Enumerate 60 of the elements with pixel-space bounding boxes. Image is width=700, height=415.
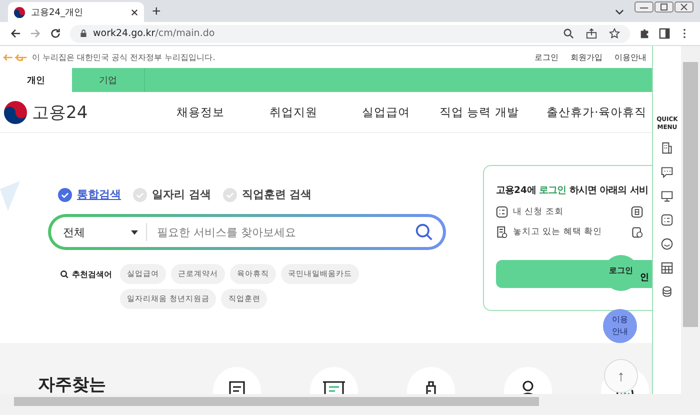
receipt-icon (496, 226, 508, 238)
nav-item[interactable]: 실업급여 (340, 104, 433, 120)
service-item[interactable]: 놓치고 있는 혜택 확인 (513, 226, 602, 238)
section-title: 자주찾는 (38, 374, 107, 394)
site-logo-text[interactable]: 고용24 (32, 100, 88, 124)
coins-icon[interactable] (661, 286, 674, 298)
search-icon[interactable] (415, 223, 433, 241)
guide-floating-menu[interactable]: 이용 안내 (603, 309, 637, 343)
grid-icon[interactable] (661, 262, 674, 274)
paper-plane-drawing (0, 181, 20, 211)
search-type-option[interactable]: 일자리 검색 (152, 187, 211, 202)
tab-title: 고용24_개인 (31, 6, 84, 18)
vertical-scrollbar[interactable] (681, 46, 700, 394)
login-card-title: 고용24에 로그인 하시면 아래의 서비 (496, 184, 649, 197)
document-icon (631, 206, 643, 218)
clipboard-clock-icon (631, 226, 643, 238)
monitor-icon[interactable] (661, 190, 674, 202)
taegeuk-icon (4, 100, 27, 124)
address-field[interactable]: work24.go.kr/cm/main.do (70, 24, 630, 42)
nav-item[interactable]: 직업 능력 개발 (432, 104, 526, 120)
chevron-down-icon[interactable] (615, 9, 624, 15)
top-link[interactable]: 회원가입 (570, 52, 602, 62)
taegeuk-icon (14, 6, 25, 18)
lock-icon (80, 29, 87, 38)
reload-icon[interactable] (50, 28, 61, 39)
check-icon[interactable] (58, 188, 72, 202)
close-icon[interactable] (131, 8, 138, 16)
top-link[interactable]: 이용안내 (614, 52, 646, 62)
scroll-top-floating-menu[interactable]: ↑ (604, 359, 638, 393)
back-icon[interactable] (10, 28, 21, 39)
chat-icon[interactable] (661, 166, 674, 178)
window-controls[interactable] (634, 1, 694, 13)
browser-tab[interactable]: 고용24_개인 (8, 2, 144, 22)
recommended-label: 추천검색어 (72, 268, 112, 280)
top-link[interactable]: 로그인 (534, 52, 558, 62)
nav-item[interactable]: 채용정보 (154, 104, 247, 120)
horizontal-scrollbar[interactable] (0, 394, 700, 415)
user-tab[interactable]: 기업 (72, 68, 144, 92)
check-icon[interactable] (222, 188, 237, 202)
share-icon[interactable] (586, 28, 597, 39)
checklist-icon (496, 206, 508, 218)
smile-icon[interactable] (661, 238, 674, 250)
side-panel-icon[interactable] (659, 28, 670, 39)
search-field[interactable]: 전체 필요한 서비스를 찾아보세요 (51, 217, 443, 247)
gov-notice: 이 누리집은 대한민국 공식 전자정부 누리집입니다. (32, 52, 216, 62)
puzzle-icon[interactable] (639, 28, 650, 39)
nav-item[interactable]: 출산휴가·육아휴직 (526, 104, 646, 120)
new-tab-button[interactable]: + (144, 2, 169, 22)
building-icon[interactable] (661, 142, 674, 154)
search-icon (60, 270, 69, 278)
search-icon[interactable] (563, 28, 574, 39)
checklist-icon[interactable] (661, 214, 674, 226)
nav-item[interactable]: 취업지원 (246, 104, 340, 120)
caret-icon[interactable] (131, 230, 138, 234)
search-type-option[interactable]: 직업훈련 검색 (242, 187, 312, 202)
eg-logo-icon (2, 52, 28, 62)
service-item[interactable]: 내 신청 조회 (513, 206, 564, 218)
category-select[interactable]: 전체 (63, 224, 138, 240)
star-icon[interactable] (609, 28, 620, 39)
check-icon[interactable] (133, 188, 147, 202)
